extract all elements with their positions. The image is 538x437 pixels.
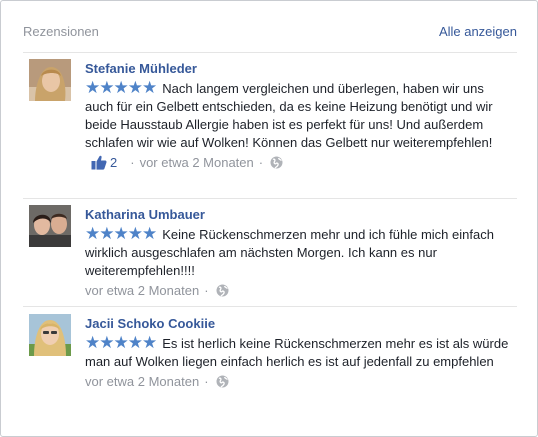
review-meta: 2 · vor etwa 2 Monaten · — [85, 154, 515, 175]
star-icon: ★ — [113, 333, 129, 353]
review-meta: vor etwa 2 Monaten · — [85, 282, 515, 302]
review-content: Katharina Umbauer ★★★★★ Keine Rückenschm… — [85, 205, 515, 302]
star-icon: ★ — [142, 224, 158, 244]
avatar[interactable] — [29, 205, 71, 247]
star-rating: ★★★★★ — [85, 224, 158, 244]
star-icon: ★ — [127, 224, 143, 244]
review-time[interactable]: vor etwa 2 Monaten — [140, 155, 254, 170]
star-icon: ★ — [99, 78, 115, 98]
widget-header: Rezensionen Alle anzeigen — [23, 21, 517, 43]
star-icon: ★ — [142, 78, 158, 98]
reviewer-name[interactable]: Stefanie Mühleder — [85, 60, 515, 78]
review-body: ★★★★★ Nach langem vergleichen und überle… — [85, 80, 515, 152]
see-all-link[interactable]: Alle anzeigen — [439, 24, 517, 39]
star-rating: ★★★★★ — [85, 78, 158, 98]
meta-separator: · — [258, 155, 264, 170]
globe-icon — [270, 156, 283, 174]
reviewer-name[interactable]: Katharina Umbauer — [85, 206, 515, 224]
star-rating: ★★★★★ — [85, 333, 158, 353]
star-icon: ★ — [142, 333, 158, 353]
review-meta: vor etwa 2 Monaten · — [85, 373, 515, 393]
review-divider — [23, 306, 517, 307]
reviewer-name[interactable]: Jacii Schoko Cookiie — [85, 315, 515, 333]
reviews-widget: Rezensionen Alle anzeigen Stefanie Mühle… — [0, 0, 538, 437]
star-icon: ★ — [85, 333, 101, 353]
meta-separator: · — [204, 283, 209, 298]
avatar[interactable] — [29, 314, 71, 356]
review-content: Jacii Schoko Cookiie ★★★★★ Es ist herlic… — [85, 314, 515, 393]
review-divider — [23, 198, 517, 199]
globe-icon — [216, 284, 229, 302]
review-time[interactable]: vor etwa 2 Monaten — [85, 374, 199, 389]
review-body: ★★★★★ Keine Rückenschmerzen mehr und ich… — [85, 226, 515, 280]
review-time[interactable]: vor etwa 2 Monaten — [85, 283, 199, 298]
star-icon: ★ — [99, 333, 115, 353]
meta-separator: · — [130, 155, 135, 170]
star-icon: ★ — [127, 78, 143, 98]
star-icon: ★ — [85, 224, 101, 244]
star-icon: ★ — [113, 224, 129, 244]
like-count[interactable]: 2 — [110, 155, 117, 170]
review-content: Stefanie Mühleder ★★★★★ Nach langem verg… — [85, 59, 515, 175]
star-icon: ★ — [85, 78, 101, 98]
avatar[interactable] — [29, 59, 71, 101]
star-icon: ★ — [113, 78, 129, 98]
star-icon: ★ — [127, 333, 143, 353]
star-icon: ★ — [99, 224, 115, 244]
header-divider — [23, 52, 517, 53]
thumbs-up-icon[interactable] — [91, 155, 107, 175]
meta-separator: · — [204, 374, 209, 389]
widget-title: Rezensionen — [23, 24, 99, 39]
review-body: ★★★★★ Es ist herlich keine Rückenschmerz… — [85, 335, 515, 371]
globe-icon — [216, 375, 229, 393]
